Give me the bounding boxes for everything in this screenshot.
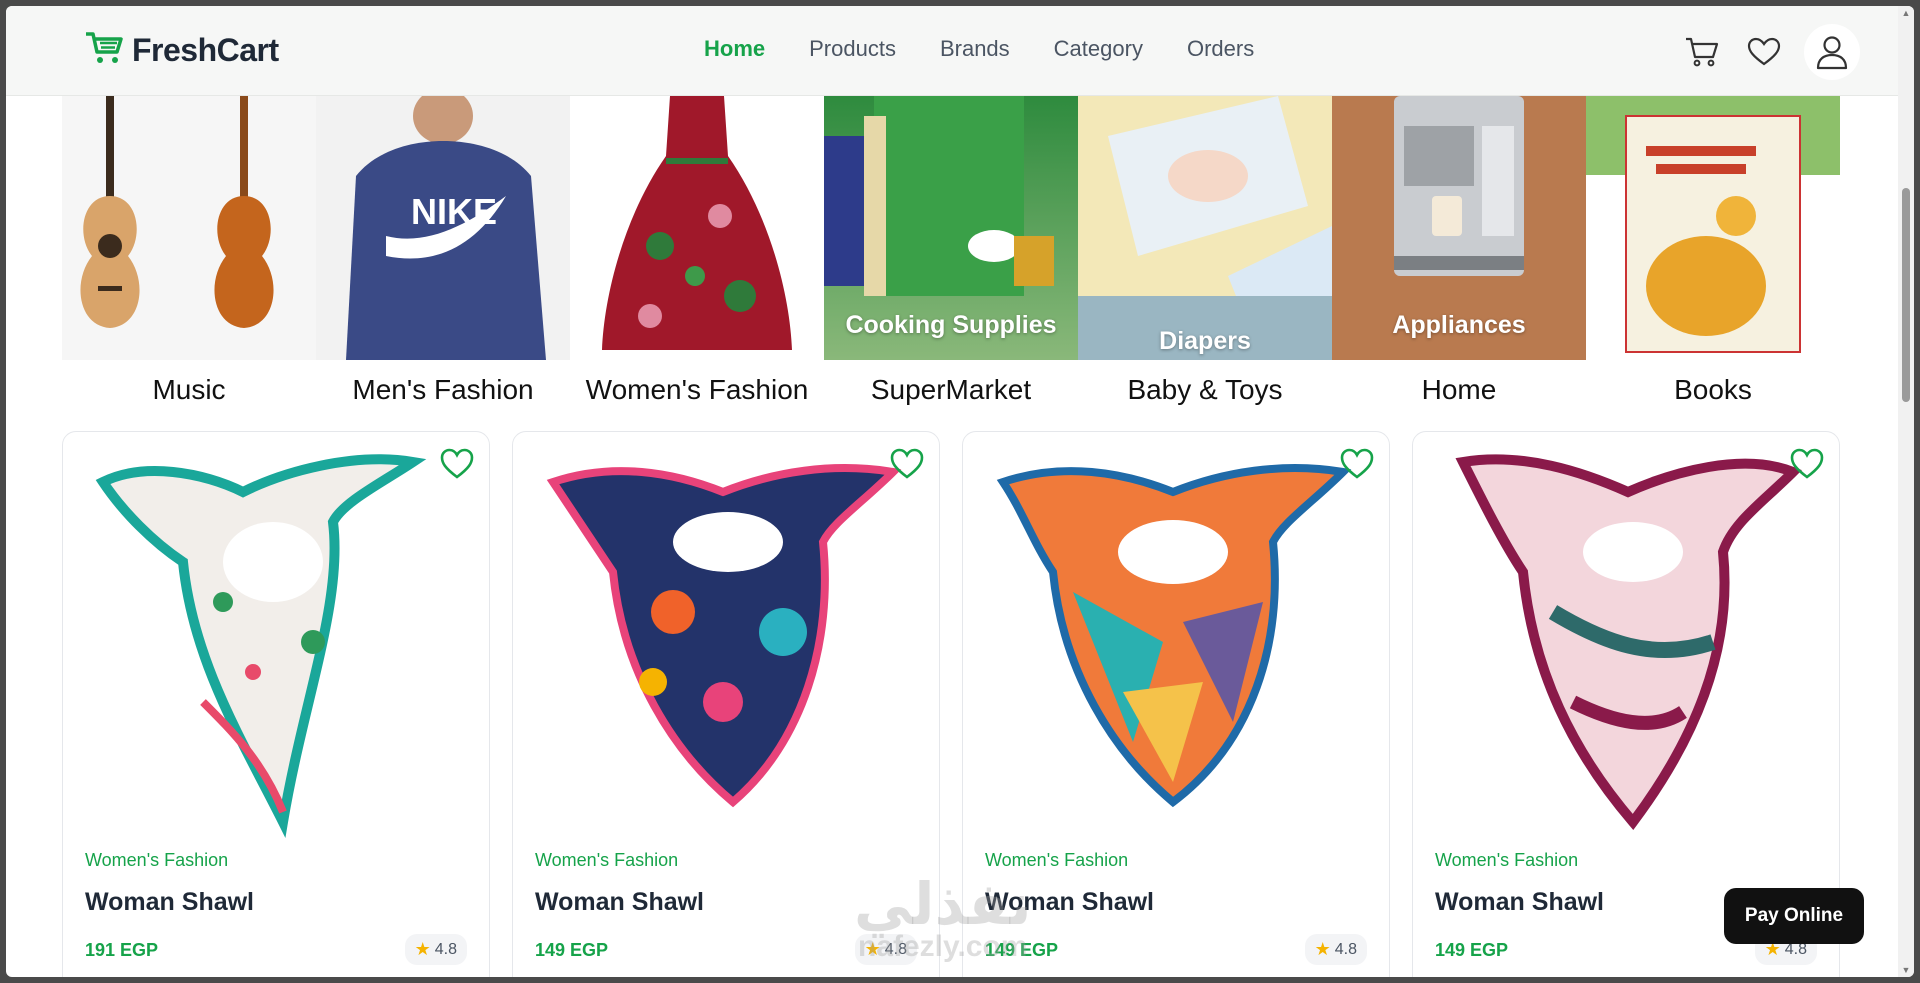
scrollbar-thumb[interactable] — [1902, 188, 1910, 402]
product-card[interactable]: Women's Fashion Woman Shawl 191 EGP ★ 4.… — [62, 431, 490, 977]
category-card-home[interactable]: Appliances Home — [1332, 96, 1586, 416]
pay-online-button[interactable]: Pay Online — [1724, 888, 1864, 944]
user-icon[interactable] — [1804, 24, 1860, 80]
category-image: Appliances — [1332, 96, 1586, 360]
navbar: FreshCart Home Products Brands Category … — [6, 6, 1914, 96]
category-card-music[interactable]: Music — [62, 96, 316, 416]
nav-category[interactable]: Category — [1054, 36, 1143, 62]
product-title: Woman Shawl — [1435, 888, 1605, 916]
cart-logo-icon — [84, 30, 124, 71]
product-rating: ★ 4.8 — [1304, 934, 1367, 965]
product-price: 149 EGP — [1435, 940, 1509, 960]
nav-products[interactable]: Products — [809, 36, 896, 62]
category-image — [62, 96, 316, 360]
product-category: Women's Fashion — [535, 850, 679, 870]
category-image: Cooking Supplies — [824, 96, 1078, 360]
category-image — [1586, 96, 1840, 360]
wishlist-heart-icon[interactable] — [1789, 446, 1825, 482]
category-overlay-label: Diapers — [1159, 327, 1251, 355]
product-image — [83, 442, 471, 842]
watermark: نفذلي nafezly.com — [854, 870, 1032, 963]
category-card-books[interactable]: Books — [1586, 96, 1840, 416]
watermark-latin: nafezly.com — [857, 930, 1028, 963]
product-category: Women's Fashion — [1435, 850, 1579, 870]
category-name: Men's Fashion — [352, 374, 534, 405]
category-name: Home — [1421, 374, 1497, 405]
wishlist-heart-icon[interactable] — [1339, 446, 1375, 482]
nav-home[interactable]: Home — [704, 36, 765, 62]
product-image — [983, 442, 1371, 842]
watermark-arabic: نفذلي — [854, 870, 1032, 938]
category-image: NIKE — [316, 96, 570, 360]
category-card-supermarket[interactable]: Cooking Supplies SuperMarket — [824, 96, 1078, 416]
heart-icon[interactable] — [1742, 30, 1786, 74]
wishlist-heart-icon[interactable] — [439, 446, 475, 482]
category-overlay-label: Cooking Supplies — [845, 311, 1057, 339]
category-name: Music — [152, 374, 226, 405]
category-slider: Music NIKE Men's Fashion Women's Fashion… — [62, 96, 1846, 416]
product-rating: ★ 4.8 — [404, 934, 467, 965]
brand-name: FreshCart — [132, 32, 279, 68]
scrollbar[interactable]: ▲ ▼ — [1898, 6, 1914, 977]
nav-orders[interactable]: Orders — [1187, 36, 1254, 62]
rating-value: 4.8 — [434, 940, 457, 958]
star-icon: ★ — [414, 939, 431, 959]
product-image — [1433, 442, 1821, 842]
wishlist-heart-icon[interactable] — [889, 446, 925, 482]
logo[interactable]: FreshCart — [84, 30, 279, 71]
scroll-up-arrow-icon[interactable]: ▲ — [1901, 8, 1911, 18]
product-image — [533, 442, 921, 842]
category-name: Women's Fashion — [585, 374, 809, 405]
nav-links: Home Products Brands Category Orders — [704, 36, 1254, 62]
svg-text:NIKE: NIKE — [411, 191, 497, 232]
product-category: Women's Fashion — [85, 850, 229, 870]
product-price: 191 EGP — [85, 940, 159, 960]
category-overlay-label: Appliances — [1392, 311, 1526, 339]
cart-icon[interactable] — [1680, 30, 1724, 74]
product-category: Women's Fashion — [985, 850, 1129, 870]
category-card-baby-toys[interactable]: Diapers Baby & Toys — [1078, 96, 1332, 416]
product-title: Woman Shawl — [85, 888, 255, 916]
product-title: Woman Shawl — [535, 888, 705, 916]
nav-icons — [1680, 24, 1860, 80]
category-image — [570, 96, 824, 360]
category-card-mens-fashion[interactable]: NIKE Men's Fashion — [316, 96, 570, 416]
browser-viewport: FreshCart Home Products Brands Category … — [6, 6, 1914, 977]
category-name: SuperMarket — [870, 374, 1032, 405]
category-name: Baby & Toys — [1127, 374, 1283, 405]
category-image: Diapers — [1078, 96, 1332, 360]
star-icon: ★ — [1314, 939, 1331, 959]
category-name: Books — [1674, 374, 1752, 405]
product-price: 149 EGP — [535, 940, 609, 960]
nav-brands[interactable]: Brands — [940, 36, 1010, 62]
scroll-down-arrow-icon[interactable]: ▼ — [1901, 965, 1911, 975]
category-card-womens-fashion[interactable]: Women's Fashion — [570, 96, 824, 416]
rating-value: 4.8 — [1334, 940, 1357, 958]
